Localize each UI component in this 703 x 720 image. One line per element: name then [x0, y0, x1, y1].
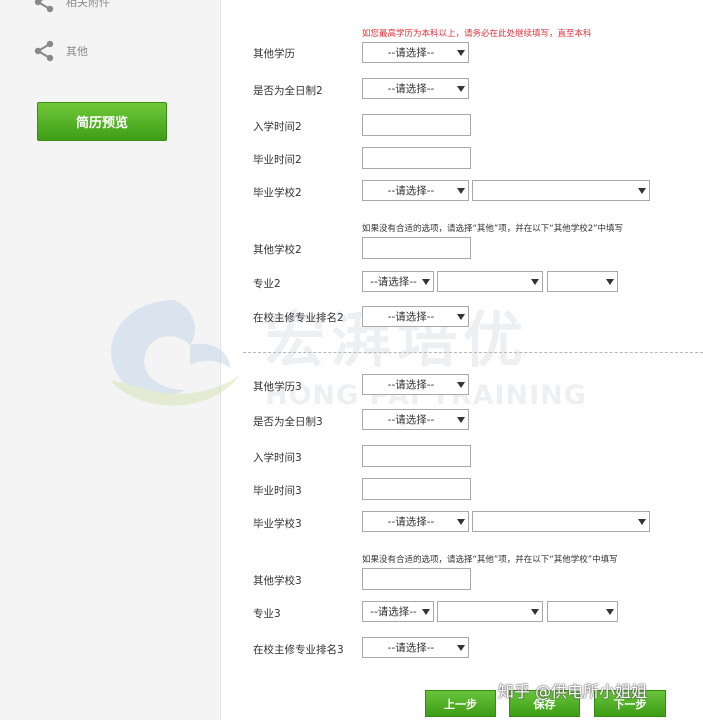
label-enroll3: 入学时间3 — [253, 452, 302, 464]
major3-category-select[interactable]: --请选择-- — [362, 601, 434, 622]
school3-region-select[interactable]: --请选择-- — [362, 511, 469, 532]
school2-select[interactable] — [472, 180, 650, 201]
label-graduate2: 毕业时间2 — [253, 154, 302, 166]
label-school2: 毕业学校2 — [253, 187, 302, 199]
other-school3-input[interactable] — [362, 568, 471, 590]
share-icon — [34, 0, 54, 13]
chevron-down-icon — [454, 187, 468, 194]
chevron-down-icon — [454, 313, 468, 320]
chevron-down-icon — [454, 644, 468, 651]
label-school3: 毕业学校3 — [253, 518, 302, 530]
chevron-down-icon — [454, 518, 468, 525]
major3-select[interactable] — [547, 601, 618, 622]
enroll3-input[interactable] — [362, 445, 471, 467]
major2-category-select[interactable]: --请选择-- — [362, 271, 434, 292]
sidebar: 相关附件 其他 简历预览 — [0, 0, 221, 720]
chevron-down-icon — [528, 278, 542, 285]
chevron-down-icon — [454, 49, 468, 56]
share-icon — [34, 40, 54, 62]
chevron-down-icon — [603, 608, 617, 615]
other-degree3-select[interactable]: --请选择-- — [362, 374, 469, 395]
rank3-select[interactable]: --请选择-- — [362, 637, 469, 658]
school3-hint: 如果没有合适的选项，请选择“其他”项，并在以下“其他学校”中填写 — [362, 555, 618, 565]
fulltime3-select[interactable]: --请选择-- — [362, 409, 469, 430]
chevron-down-icon — [454, 85, 468, 92]
school3-select[interactable] — [472, 511, 650, 532]
school2-hint: 如果没有合适的选项，请选择“其他”项，并在以下“其他学校2”中填写 — [362, 224, 624, 234]
graduate2-input[interactable] — [362, 147, 471, 169]
chevron-down-icon — [419, 608, 433, 615]
enroll2-input[interactable] — [362, 114, 471, 136]
chevron-down-icon — [419, 278, 433, 285]
graduate3-input[interactable] — [362, 478, 471, 500]
chevron-down-icon — [528, 608, 542, 615]
chevron-down-icon — [635, 187, 649, 194]
source-watermark: 知乎 @供电所小姐姐 — [498, 682, 648, 701]
rank2-select[interactable]: --请选择-- — [362, 306, 469, 327]
label-fulltime2: 是否为全日制2 — [253, 85, 323, 97]
label-major3: 专业3 — [253, 608, 281, 620]
label-major2: 专业2 — [253, 278, 281, 290]
label-rank3: 在校主修专业排名3 — [253, 644, 344, 656]
label-graduate3: 毕业时间3 — [253, 485, 302, 497]
sidebar-item-label: 其他 — [66, 45, 88, 58]
major3-subcategory-select[interactable] — [437, 601, 543, 622]
major2-subcategory-select[interactable] — [437, 271, 543, 292]
prev-step-button[interactable]: 上一步 — [425, 690, 496, 717]
other-school2-input[interactable] — [362, 237, 471, 259]
section-divider — [243, 352, 703, 353]
label-other-school2: 其他学校2 — [253, 244, 302, 256]
fulltime2-select[interactable]: --请选择-- — [362, 78, 469, 99]
label-other-degree: 其他学历 — [253, 48, 295, 60]
label-rank2: 在校主修专业排名2 — [253, 312, 344, 324]
label-other-degree3: 其他学历3 — [253, 381, 302, 393]
sidebar-item-attachments[interactable]: 相关附件 — [32, 0, 110, 14]
label-other-school3: 其他学校3 — [253, 575, 302, 587]
sidebar-item-label: 相关附件 — [66, 0, 110, 9]
major2-select[interactable] — [547, 271, 618, 292]
resume-preview-button[interactable]: 简历预览 — [37, 102, 167, 141]
chevron-down-icon — [603, 278, 617, 285]
chevron-down-icon — [635, 518, 649, 525]
label-fulltime3: 是否为全日制3 — [253, 416, 323, 428]
sidebar-item-other[interactable]: 其他 — [32, 39, 88, 63]
chevron-down-icon — [454, 381, 468, 388]
other-degree-select[interactable]: --请选择-- — [362, 42, 469, 63]
label-enroll2: 入学时间2 — [253, 121, 302, 133]
school2-region-select[interactable]: --请选择-- — [362, 180, 469, 201]
top-note: 如您最高学历为本科以上，请务必在此处继续填写，直至本科 — [362, 29, 592, 39]
chevron-down-icon — [454, 416, 468, 423]
